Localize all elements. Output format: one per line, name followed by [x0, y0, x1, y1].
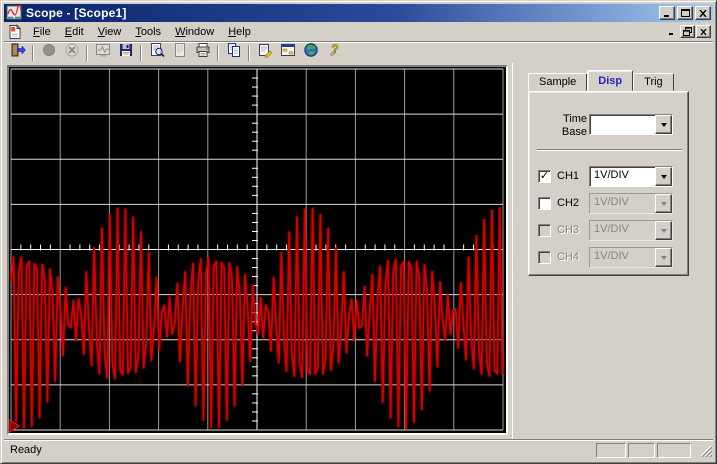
chevron-down-icon[interactable]	[655, 194, 672, 213]
stop-button[interactable]	[60, 43, 83, 63]
properties-button[interactable]	[253, 43, 276, 63]
menu-edit[interactable]: Edit	[58, 24, 91, 40]
mdi-client-area: Sample Disp Trig Time Base ✓ CH1 1V/DIV	[4, 63, 713, 439]
ch4-label: CH4	[557, 251, 580, 263]
toolbar-separator	[86, 44, 88, 61]
tab-strip: Sample Disp Trig	[528, 70, 674, 91]
child-close-button[interactable]	[696, 25, 711, 38]
page-setup-button[interactable]	[168, 43, 191, 63]
ch1-label: CH1	[557, 170, 580, 182]
svg-text:?: ?	[331, 42, 338, 56]
menu-window[interactable]: Window	[168, 24, 221, 40]
toolbar-separator	[217, 44, 219, 61]
toolbar-separator	[140, 44, 142, 61]
document-icon[interactable]	[7, 23, 23, 40]
channel-row-ch2: CH2 1V/DIV	[529, 193, 688, 214]
menu-tools[interactable]: Tools	[128, 24, 168, 40]
ch3-checkbox[interactable]	[538, 224, 551, 237]
options-icon	[280, 42, 296, 63]
save-icon	[118, 42, 134, 63]
status-panel	[657, 442, 691, 458]
ch3-label: CH3	[557, 224, 580, 236]
toolbar-separator	[32, 44, 34, 61]
help-icon: ?	[326, 42, 342, 63]
tab-disp[interactable]: Disp	[587, 70, 634, 91]
toolbar-separator	[248, 44, 250, 61]
title-bar: Scope - [Scope1]	[4, 3, 713, 22]
time-base-label: Time Base	[561, 113, 587, 138]
chevron-down-icon[interactable]	[655, 221, 672, 240]
menu-bar: File Edit View Tools Window Help	[4, 22, 713, 41]
resize-grip[interactable]	[699, 444, 713, 457]
web-button[interactable]	[299, 43, 322, 63]
options-button[interactable]	[276, 43, 299, 63]
page-setup-icon	[172, 42, 188, 63]
stop-icon	[64, 42, 80, 63]
toolbar: ?	[4, 41, 713, 63]
control-panel: Sample Disp Trig Time Base ✓ CH1 1V/DIV	[513, 63, 713, 439]
ch2-volts-select[interactable]: 1V/DIV	[589, 193, 673, 214]
menu-help[interactable]: Help	[221, 24, 258, 40]
exit-button[interactable]	[6, 43, 29, 63]
menu-file[interactable]: File	[26, 24, 58, 40]
tab-trig[interactable]: Trig	[633, 73, 674, 91]
save-button[interactable]	[114, 43, 137, 63]
ch4-volts-select[interactable]: 1V/DIV	[589, 247, 673, 268]
ch4-checkbox[interactable]	[538, 251, 551, 264]
chevron-down-icon[interactable]	[655, 115, 672, 134]
ch2-checkbox[interactable]	[538, 197, 551, 210]
status-panel	[596, 442, 626, 458]
scope-display	[7, 65, 508, 435]
display-button[interactable]	[91, 43, 114, 63]
copy-icon	[226, 42, 242, 63]
status-text: Ready	[10, 444, 42, 456]
app-icon[interactable]	[6, 3, 22, 21]
disp-tab-page: Time Base ✓ CH1 1V/DIV CH2 1V/DIV CH3 1V…	[528, 91, 689, 276]
chevron-down-icon[interactable]	[655, 167, 672, 186]
maximize-button[interactable]	[677, 6, 693, 20]
help-button[interactable]: ?	[322, 42, 345, 63]
minimize-button[interactable]	[659, 6, 675, 20]
exit-icon	[10, 42, 26, 63]
ch1-checkbox[interactable]: ✓	[538, 170, 551, 183]
print-button[interactable]	[191, 43, 214, 63]
child-minimize-button[interactable]	[664, 25, 679, 38]
copy-button[interactable]	[222, 43, 245, 63]
print-preview-icon	[149, 42, 165, 63]
tab-sample[interactable]: Sample	[528, 73, 588, 91]
time-base-value	[590, 115, 655, 134]
child-restore-button[interactable]	[680, 25, 695, 38]
channel-row-ch1: ✓ CH1 1V/DIV	[529, 166, 688, 187]
menu-view[interactable]: View	[91, 24, 129, 40]
time-base-select[interactable]	[589, 114, 673, 135]
app-window: Scope - [Scope1] File Edit View Tools Wi…	[0, 0, 717, 464]
ch3-volts-select[interactable]: 1V/DIV	[589, 220, 673, 241]
close-button[interactable]	[695, 6, 711, 20]
window-title: Scope - [Scope1]	[26, 6, 127, 20]
separator-line	[537, 149, 682, 151]
record-icon	[41, 42, 57, 63]
properties-icon	[257, 42, 273, 63]
chevron-down-icon[interactable]	[655, 248, 672, 267]
display-icon	[95, 42, 111, 63]
web-icon	[303, 42, 319, 63]
record-button[interactable]	[37, 43, 60, 63]
ch1-volts-select[interactable]: 1V/DIV	[589, 166, 673, 187]
channel-row-ch3: CH3 1V/DIV	[529, 220, 688, 241]
status-panel	[628, 442, 655, 458]
scope-graticule	[9, 68, 505, 433]
print-preview-button[interactable]	[145, 43, 168, 63]
ch2-label: CH2	[557, 197, 580, 209]
status-bar: Ready	[4, 439, 713, 460]
print-icon	[195, 42, 211, 63]
channel-row-ch4: CH4 1V/DIV	[529, 247, 688, 268]
